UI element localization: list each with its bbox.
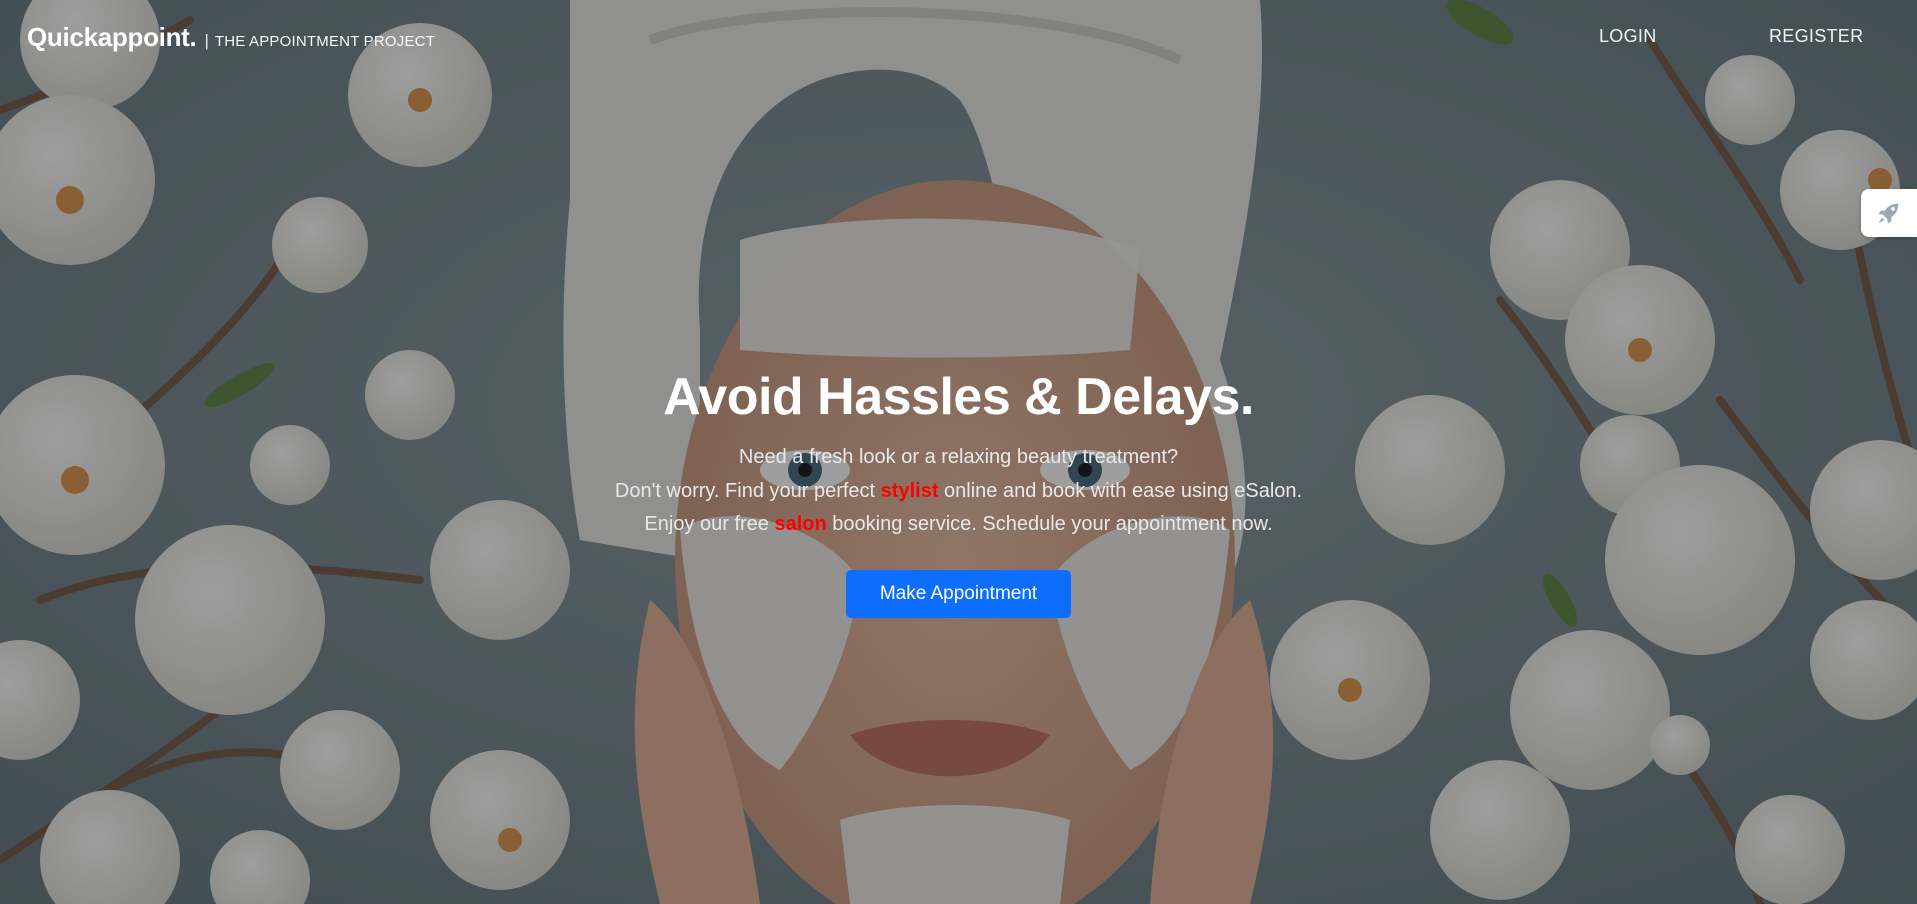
hero-content: Avoid Hassles & Delays. Need a fresh loo… xyxy=(0,365,1917,618)
hero-line-3-after: booking service. Schedule your appointme… xyxy=(826,513,1273,535)
hero-headline: Avoid Hassles & Delays. xyxy=(663,368,1254,426)
highlight-salon: salon xyxy=(774,513,827,535)
hero-section: Quickappoint. | THE APPOINTMENT PROJECT … xyxy=(0,0,1917,904)
highlight-stylist: stylist xyxy=(880,479,939,502)
side-widget-button[interactable] xyxy=(1861,189,1917,237)
rocket-icon xyxy=(1878,203,1899,224)
hero-line-3-before: Enjoy our free xyxy=(644,513,775,535)
make-appointment-button[interactable]: Make Appointment xyxy=(845,569,1072,618)
top-nav: LOGIN REGISTER xyxy=(0,26,1917,50)
register-link[interactable]: REGISTER xyxy=(1769,26,1863,47)
hero-line-2-before: Don't worry. Find your perfect xyxy=(614,479,881,502)
hero-line-2-after: online and book with ease using eSalon. xyxy=(938,479,1303,502)
login-link[interactable]: LOGIN xyxy=(1599,26,1657,47)
hero-line-3: Enjoy our free salon booking service. Sc… xyxy=(0,508,1917,542)
hero-line-2: Don't worry. Find your perfect stylist o… xyxy=(0,475,1917,509)
hero-description: Need a fresh look or a relaxing beauty t… xyxy=(0,441,1917,542)
hero-line-1: Need a fresh look or a relaxing beauty t… xyxy=(738,446,1179,468)
